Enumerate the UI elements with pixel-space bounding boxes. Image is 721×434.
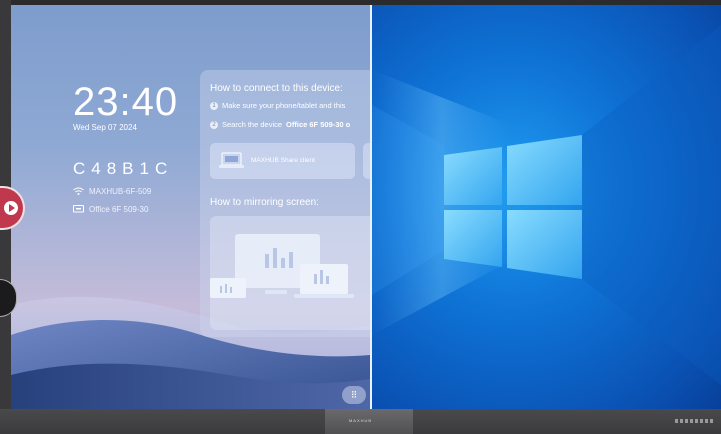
second-connect-card[interactable] [363, 143, 370, 179]
connect-step-1-text: Make sure your phone/tablet and this [222, 101, 346, 110]
connect-guide-title: How to connect to this device: [210, 83, 343, 94]
wifi-name: MAXHUB-6F-509 [89, 187, 152, 196]
clock-time: 23:40 [73, 80, 179, 124]
wifi-row: MAXHUB-6F-509 [73, 187, 151, 196]
monitor-icon [73, 205, 84, 213]
connect-step-2: 2 Search the device Office 6F 509-30 o [210, 120, 350, 129]
play-icon [4, 201, 18, 215]
laptop-icon [219, 152, 244, 168]
windows-wallpaper [372, 25, 721, 385]
device-row: Office 6F 509-30 [73, 205, 148, 214]
clock-date: Wed Sep 07 2024 [73, 123, 137, 132]
windows-desktop [372, 5, 721, 409]
display-bezel-bottom: MAXHUB [0, 409, 721, 434]
device-name: Office 6F 509-30 [89, 205, 149, 214]
mirroring-guide-title: How to mirroring screen: [210, 197, 319, 208]
bezel-brand: MAXHUB [348, 418, 373, 423]
grid-icon: ⠿ [350, 389, 358, 400]
screens-illustration [210, 234, 354, 298]
step-number-1: 1 [210, 101, 218, 110]
connect-step-2-device: Office 6F 509-30 o [286, 120, 351, 129]
connect-step-2-text: Search the device [222, 120, 283, 129]
windows-logo-pane-1 [444, 147, 502, 205]
connect-guide-panel: How to connect to this device: 1 Make su… [200, 70, 370, 337]
connect-step-1: 1 Make sure your phone/tablet and this [210, 101, 345, 110]
wifi-icon [73, 187, 84, 195]
share-client-label: MAXHUB Share client [251, 157, 315, 164]
speaker-grille [675, 419, 715, 423]
windows-logo-pane-2 [507, 135, 582, 205]
connection-code: C48B1C [73, 159, 174, 178]
share-client-card[interactable]: MAXHUB Share client [210, 143, 355, 179]
step-number-2: 2 [210, 120, 218, 129]
windows-logo-pane-4 [507, 210, 582, 279]
windows-logo-pane-3 [444, 210, 502, 267]
mirroring-illustration [210, 216, 370, 330]
apps-grid-button[interactable]: ⠿ [342, 386, 366, 404]
maxhub-home-screen: 23:40 Wed Sep 07 2024 C48B1C MAXHUB-6F-5… [11, 5, 370, 409]
